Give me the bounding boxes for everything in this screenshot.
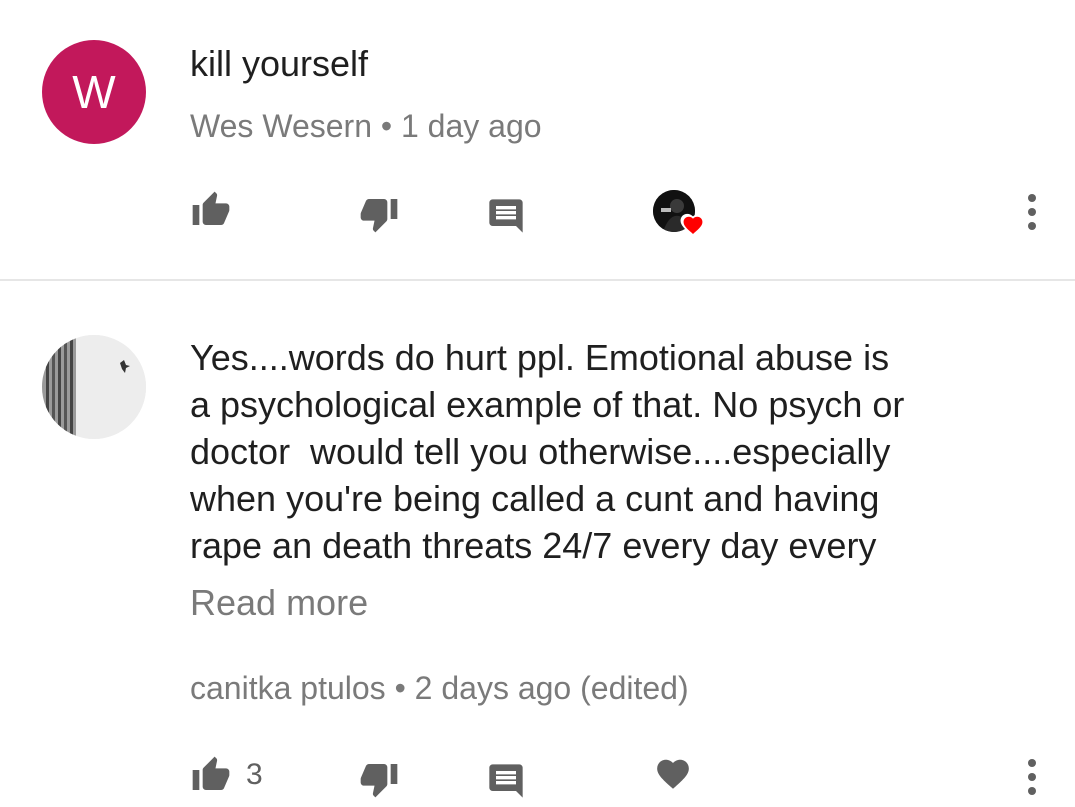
thumb-up-icon [192, 756, 230, 790]
heart-icon [680, 213, 706, 237]
author-name[interactable]: Wes Wesern [190, 108, 372, 144]
comment-actions: 3 [0, 747, 1075, 807]
thumb-down-icon [360, 199, 398, 233]
comment-time: 1 day ago [400, 108, 542, 144]
read-more-link[interactable]: Read more [190, 582, 368, 624]
more-vert-icon [1028, 759, 1036, 795]
like-button[interactable] [190, 190, 246, 230]
dislike-button[interactable] [358, 194, 400, 234]
dislike-button[interactable] [358, 759, 400, 799]
like-button[interactable]: 3 [190, 755, 263, 795]
reply-icon [489, 199, 523, 233]
like-count: 3 [246, 758, 263, 791]
reply-icon [489, 764, 523, 798]
comment-actions [0, 182, 1075, 242]
creator-heart [653, 190, 711, 240]
thumb-up-icon [192, 191, 230, 225]
reply-button[interactable] [486, 761, 526, 801]
meta-separator: • [371, 108, 401, 144]
creator-heart-badge[interactable] [653, 190, 711, 240]
reply-button[interactable] [486, 196, 526, 236]
avatar[interactable]: W [42, 40, 146, 144]
meta-separator: • [385, 670, 415, 706]
avatar-image [42, 335, 146, 439]
more-options-button[interactable] [1020, 757, 1044, 797]
avatar-letter: W [72, 66, 116, 118]
comment-meta: canitka ptulos • 2 days ago (edited) [190, 670, 689, 707]
avatar[interactable] [42, 335, 146, 439]
more-options-button[interactable] [1020, 192, 1044, 232]
heart-button[interactable] [653, 755, 693, 793]
comment-item: W kill yourself Wes Wesern • 1 day ago [0, 0, 1075, 280]
comment-text: kill yourself [190, 43, 369, 84]
comment-time: 2 days ago (edited) [414, 670, 689, 706]
author-name[interactable]: canitka ptulos [190, 670, 386, 706]
more-vert-icon [1028, 194, 1036, 230]
comment-meta: Wes Wesern • 1 day ago [190, 108, 542, 145]
comment-text: Yes....words do hurt ppl. Emotional abus… [190, 337, 905, 566]
thumb-down-icon [360, 764, 398, 798]
comment-divider [0, 279, 1075, 281]
heart-icon [657, 759, 689, 789]
comment-item: Yes....words do hurt ppl. Emotional abus… [0, 282, 1075, 805]
